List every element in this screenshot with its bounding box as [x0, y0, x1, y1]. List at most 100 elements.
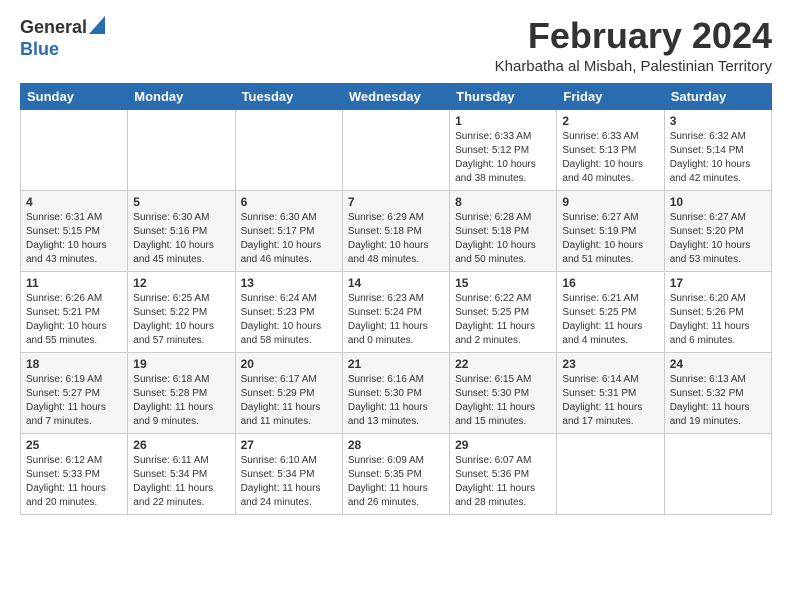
day-info: Sunrise: 6:20 AMSunset: 5:26 PMDaylight:…: [670, 292, 766, 348]
calendar-cell: [557, 433, 664, 514]
day-info: Sunrise: 6:24 AMSunset: 5:23 PMDaylight:…: [241, 292, 337, 348]
week-row-3: 11Sunrise: 6:26 AMSunset: 5:21 PMDayligh…: [21, 271, 772, 352]
calendar-cell: 27Sunrise: 6:10 AMSunset: 5:34 PMDayligh…: [235, 433, 342, 514]
day-number: 3: [670, 114, 766, 128]
day-info: Sunrise: 6:29 AMSunset: 5:18 PMDaylight:…: [348, 211, 444, 267]
calendar-cell: 7 Sunrise: 6:29 AMSunset: 5:18 PMDaylight…: [342, 190, 449, 271]
day-number: 6: [241, 195, 337, 209]
day-number: 17: [670, 276, 766, 290]
calendar-cell: 29 Sunrise: 6:07 AMSunset: 5:36 PMDayligh…: [450, 433, 557, 514]
col-header-wednesday: Wednesday: [342, 83, 449, 109]
calendar-cell: 4 Sunrise: 6:31 AMSunset: 5:15 PMDaylight…: [21, 190, 128, 271]
logo-general-text: General: [20, 17, 87, 38]
day-number: 24: [670, 357, 766, 371]
day-number: 10: [670, 195, 766, 209]
day-info: Sunrise: 6:27 AMSunset: 5:19 PMDaylight:…: [562, 211, 658, 267]
day-info: Sunrise: 6:18 AMSunset: 5:28 PMDaylight:…: [133, 373, 229, 429]
week-row-4: 18Sunrise: 6:19 AMSunset: 5:27 PMDayligh…: [21, 352, 772, 433]
day-number: 25: [26, 438, 122, 452]
day-info: Sunrise: 6:09 AMSunset: 5:35 PMDaylight:…: [348, 454, 444, 510]
day-number: 21: [348, 357, 444, 371]
day-info: Sunrise: 6:26 AMSunset: 5:21 PMDaylight:…: [26, 292, 122, 348]
calendar-cell: 24 Sunrise: 6:13 AMSunset: 5:32 PMDayligh…: [664, 352, 771, 433]
calendar-cell: 8 Sunrise: 6:28 AMSunset: 5:18 PMDaylight…: [450, 190, 557, 271]
day-info: Sunrise: 6:23 AMSunset: 5:24 PMDaylight:…: [348, 292, 444, 348]
day-number: 16: [562, 276, 658, 290]
day-number: 20: [241, 357, 337, 371]
day-info: Sunrise: 6:10 AMSunset: 5:34 PMDaylight:…: [241, 454, 337, 510]
day-info: Sunrise: 6:32 AMSunset: 5:14 PMDaylight:…: [670, 130, 766, 186]
day-number: 7: [348, 195, 444, 209]
day-info: Sunrise: 6:30 AMSunset: 5:17 PMDaylight:…: [241, 211, 337, 267]
day-info: Sunrise: 6:33 AMSunset: 5:13 PMDaylight:…: [562, 130, 658, 186]
calendar-cell: 28 Sunrise: 6:09 AMSunset: 5:35 PMDayligh…: [342, 433, 449, 514]
calendar-cell: 26Sunrise: 6:11 AMSunset: 5:34 PMDayligh…: [128, 433, 235, 514]
day-info: Sunrise: 6:33 AMSunset: 5:12 PMDaylight:…: [455, 130, 551, 186]
day-info: Sunrise: 6:30 AMSunset: 5:16 PMDaylight:…: [133, 211, 229, 267]
day-info: Sunrise: 6:27 AMSunset: 5:20 PMDaylight:…: [670, 211, 766, 267]
calendar-cell: 23 Sunrise: 6:14 AMSunset: 5:31 PMDayligh…: [557, 352, 664, 433]
calendar-cell: 14Sunrise: 6:23 AMSunset: 5:24 PMDayligh…: [342, 271, 449, 352]
day-info: Sunrise: 6:14 AMSunset: 5:31 PMDaylight:…: [562, 373, 658, 429]
calendar-cell: 9 Sunrise: 6:27 AMSunset: 5:19 PMDaylight…: [557, 190, 664, 271]
calendar-cell: [235, 109, 342, 190]
location-subtitle: Kharbatha al Misbah, Palestinian Territo…: [495, 58, 772, 75]
logo-triangle-icon: [89, 16, 105, 34]
day-number: 13: [241, 276, 337, 290]
day-info: Sunrise: 6:31 AMSunset: 5:15 PMDaylight:…: [26, 211, 122, 267]
week-row-2: 4 Sunrise: 6:31 AMSunset: 5:15 PMDaylight…: [21, 190, 772, 271]
calendar-cell: 10 Sunrise: 6:27 AMSunset: 5:20 PMDayligh…: [664, 190, 771, 271]
calendar-cell: [21, 109, 128, 190]
day-number: 2: [562, 114, 658, 128]
day-number: 5: [133, 195, 229, 209]
col-header-saturday: Saturday: [664, 83, 771, 109]
day-info: Sunrise: 6:22 AMSunset: 5:25 PMDaylight:…: [455, 292, 551, 348]
day-number: 8: [455, 195, 551, 209]
day-info: Sunrise: 6:07 AMSunset: 5:36 PMDaylight:…: [455, 454, 551, 510]
day-number: 22: [455, 357, 551, 371]
day-info: Sunrise: 6:13 AMSunset: 5:32 PMDaylight:…: [670, 373, 766, 429]
week-row-5: 25Sunrise: 6:12 AMSunset: 5:33 PMDayligh…: [21, 433, 772, 514]
calendar-cell: 3 Sunrise: 6:32 AMSunset: 5:14 PMDaylight…: [664, 109, 771, 190]
day-number: 29: [455, 438, 551, 452]
day-number: 23: [562, 357, 658, 371]
logo: General Blue: [20, 16, 105, 60]
day-number: 15: [455, 276, 551, 290]
calendar-cell: 16 Sunrise: 6:21 AMSunset: 5:25 PMDayligh…: [557, 271, 664, 352]
day-info: Sunrise: 6:17 AMSunset: 5:29 PMDaylight:…: [241, 373, 337, 429]
month-year-title: February 2024: [495, 16, 772, 56]
calendar-table: SundayMondayTuesdayWednesdayThursdayFrid…: [20, 83, 772, 515]
col-header-sunday: Sunday: [21, 83, 128, 109]
day-info: Sunrise: 6:19 AMSunset: 5:27 PMDaylight:…: [26, 373, 122, 429]
day-number: 12: [133, 276, 229, 290]
day-info: Sunrise: 6:28 AMSunset: 5:18 PMDaylight:…: [455, 211, 551, 267]
calendar-cell: 2 Sunrise: 6:33 AMSunset: 5:13 PMDaylight…: [557, 109, 664, 190]
calendar-cell: 25Sunrise: 6:12 AMSunset: 5:33 PMDayligh…: [21, 433, 128, 514]
header-row: SundayMondayTuesdayWednesdayThursdayFrid…: [21, 83, 772, 109]
calendar-cell: 19 Sunrise: 6:18 AMSunset: 5:28 PMDayligh…: [128, 352, 235, 433]
calendar-cell: [128, 109, 235, 190]
header: General Blue February 2024 Kharbatha al …: [20, 16, 772, 75]
week-row-1: 1Sunrise: 6:33 AMSunset: 5:12 PMDaylight…: [21, 109, 772, 190]
calendar-cell: 18Sunrise: 6:19 AMSunset: 5:27 PMDayligh…: [21, 352, 128, 433]
day-info: Sunrise: 6:11 AMSunset: 5:34 PMDaylight:…: [133, 454, 229, 510]
day-number: 4: [26, 195, 122, 209]
day-number: 9: [562, 195, 658, 209]
calendar-cell: [664, 433, 771, 514]
title-area: February 2024 Kharbatha al Misbah, Pales…: [495, 16, 772, 75]
day-info: Sunrise: 6:21 AMSunset: 5:25 PMDaylight:…: [562, 292, 658, 348]
day-info: Sunrise: 6:15 AMSunset: 5:30 PMDaylight:…: [455, 373, 551, 429]
day-number: 19: [133, 357, 229, 371]
day-number: 28: [348, 438, 444, 452]
calendar-cell: 6 Sunrise: 6:30 AMSunset: 5:17 PMDaylight…: [235, 190, 342, 271]
calendar-cell: [342, 109, 449, 190]
calendar-cell: 20 Sunrise: 6:17 AMSunset: 5:29 PMDayligh…: [235, 352, 342, 433]
day-info: Sunrise: 6:25 AMSunset: 5:22 PMDaylight:…: [133, 292, 229, 348]
calendar-cell: 15 Sunrise: 6:22 AMSunset: 5:25 PMDayligh…: [450, 271, 557, 352]
calendar-cell: 11Sunrise: 6:26 AMSunset: 5:21 PMDayligh…: [21, 271, 128, 352]
col-header-thursday: Thursday: [450, 83, 557, 109]
col-header-tuesday: Tuesday: [235, 83, 342, 109]
logo-blue-text: Blue: [20, 39, 59, 60]
calendar-cell: 22 Sunrise: 6:15 AMSunset: 5:30 PMDayligh…: [450, 352, 557, 433]
calendar-cell: 13 Sunrise: 6:24 AMSunset: 5:23 PMDayligh…: [235, 271, 342, 352]
